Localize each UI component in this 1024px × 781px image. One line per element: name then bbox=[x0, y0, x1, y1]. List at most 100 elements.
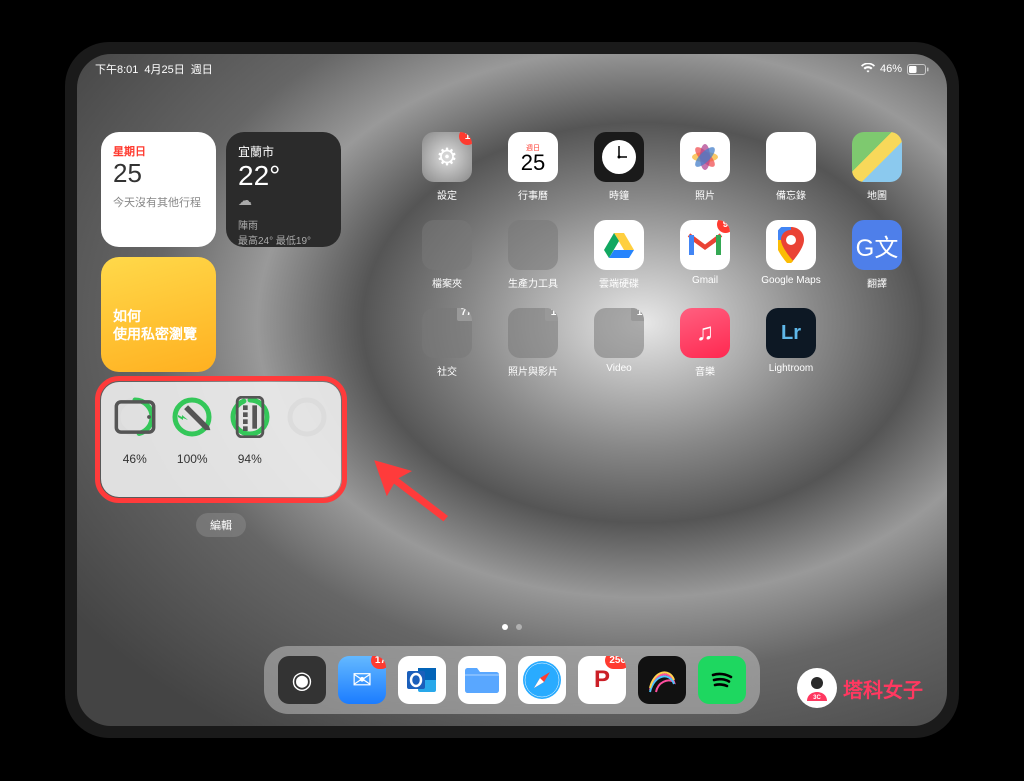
badge: 256 bbox=[605, 656, 626, 669]
app-label: 音樂 bbox=[695, 363, 715, 378]
app-icon bbox=[508, 220, 558, 270]
battery-ring-ipad: 46% bbox=[113, 396, 157, 466]
dock-app-相機[interactable]: ◉ bbox=[278, 656, 326, 704]
app-label: 行事曆 bbox=[518, 187, 548, 202]
dock-app-Outlook[interactable] bbox=[398, 656, 446, 704]
wifi-icon bbox=[861, 63, 875, 76]
ipad-frame: 下午8:01 4月25日 週日 46% 星期日 25 今天沒有其他行程 宜蘭市 … bbox=[65, 42, 959, 738]
app-label: Video bbox=[606, 363, 631, 374]
page-indicator[interactable] bbox=[502, 624, 522, 630]
app-時鐘[interactable]: 時鐘 bbox=[579, 132, 659, 202]
app-label: 照片與影片 bbox=[508, 363, 558, 378]
app-icon: 週日25 bbox=[508, 132, 558, 182]
app-icon bbox=[766, 220, 816, 270]
badge: 1 bbox=[459, 132, 472, 145]
app-行事曆[interactable]: 週日25 行事曆 bbox=[493, 132, 573, 202]
annotation-arrow bbox=[367, 444, 457, 534]
app-icon bbox=[680, 132, 730, 182]
app-label: 生產力工具 bbox=[508, 275, 558, 290]
dock-app-檔案[interactable] bbox=[458, 656, 506, 704]
app-icon bbox=[638, 656, 686, 704]
app-icon: ✉17 bbox=[338, 656, 386, 704]
battery-pct-label: 100% bbox=[177, 452, 208, 466]
app-照片與影片[interactable]: 1 照片與影片 bbox=[493, 308, 573, 378]
app-label: 社交 bbox=[437, 363, 457, 378]
app-雲端硬碟[interactable]: 雲端硬碟 bbox=[579, 220, 659, 290]
weather-city: 宜蘭市 bbox=[238, 143, 329, 160]
app-Google Maps[interactable]: Google Maps bbox=[751, 220, 831, 290]
badge: 1 bbox=[631, 308, 644, 321]
app-label: Gmail bbox=[692, 275, 718, 286]
keyboard-icon bbox=[229, 396, 271, 438]
home-screen[interactable]: 下午8:01 4月25日 週日 46% 星期日 25 今天沒有其他行程 宜蘭市 … bbox=[77, 54, 947, 726]
app-備忘錄[interactable]: 備忘錄 bbox=[751, 132, 831, 202]
dock: ◉ ✉17 P256 bbox=[264, 646, 760, 714]
status-bar: 下午8:01 4月25日 週日 46% bbox=[77, 58, 947, 80]
app-label: 翻譯 bbox=[867, 275, 887, 290]
watermark-avatar: 3C bbox=[797, 668, 837, 708]
watermark: 3C 塔科女子 bbox=[797, 668, 923, 708]
app-icon bbox=[852, 132, 902, 182]
app-設定[interactable]: ⚙1 設定 bbox=[407, 132, 487, 202]
app-label: Lightroom bbox=[769, 363, 813, 374]
app-社交[interactable]: 77 社交 bbox=[407, 308, 487, 378]
status-time: 下午8:01 bbox=[95, 61, 138, 77]
calendar-day: 25 bbox=[113, 159, 204, 188]
app-label: 檔案夾 bbox=[432, 275, 462, 290]
app-翻譯[interactable]: G文 翻譯 bbox=[837, 220, 917, 290]
dock-app-郵件[interactable]: ✉17 bbox=[338, 656, 386, 704]
dock-app-Spotify[interactable] bbox=[698, 656, 746, 704]
weather-cloud-icon: ☁ bbox=[238, 192, 329, 209]
note-title: 如何 使用私密瀏覽 bbox=[113, 307, 204, 343]
badge: 77 bbox=[457, 308, 472, 321]
calendar-weekday: 星期日 bbox=[113, 143, 204, 159]
app-Gmail[interactable]: 9 Gmail bbox=[665, 220, 745, 290]
badge: 1 bbox=[545, 308, 558, 321]
app-icon: G文 bbox=[852, 220, 902, 270]
watermark-text: 塔科女子 bbox=[843, 674, 923, 703]
battery-ring-pencil: 100% bbox=[171, 396, 215, 466]
app-label: 照片 bbox=[695, 187, 715, 202]
battery-ring-keyboard: 94% bbox=[228, 396, 272, 466]
app-檔案夾[interactable]: 檔案夾 bbox=[407, 220, 487, 290]
ipad-icon bbox=[114, 396, 156, 438]
status-battery-pct: 46% bbox=[880, 63, 902, 75]
svg-text:3C: 3C bbox=[813, 695, 821, 701]
weather-range: 最高24° 最低19° bbox=[238, 232, 329, 247]
app-icon: Lr bbox=[766, 308, 816, 358]
today-widgets: 星期日 25 今天沒有其他行程 宜蘭市 22° ☁ 陣雨 最高24° 最低19°… bbox=[101, 132, 341, 537]
battery-pct-label: 46% bbox=[123, 452, 147, 466]
pencil-icon bbox=[171, 396, 213, 438]
app-icon: ♫ bbox=[680, 308, 730, 358]
app-icon: 1 bbox=[594, 308, 644, 358]
app-地圖[interactable]: 地圖 bbox=[837, 132, 917, 202]
empty-icon bbox=[286, 396, 328, 438]
weather-widget[interactable]: 宜蘭市 22° ☁ 陣雨 最高24° 最低19° bbox=[226, 132, 341, 247]
weather-condition: 陣雨 bbox=[238, 217, 329, 232]
battery-widget[interactable]: 46% 100% 94% bbox=[101, 382, 341, 497]
badge: 17 bbox=[371, 656, 386, 669]
app-icon bbox=[594, 132, 644, 182]
notes-widget[interactable]: 如何 使用私密瀏覽 bbox=[101, 257, 216, 372]
app-照片[interactable]: 照片 bbox=[665, 132, 745, 202]
edit-button[interactable]: 編輯 bbox=[196, 513, 246, 537]
dock-app-Pinterest[interactable]: P256 bbox=[578, 656, 626, 704]
app-label: 備忘錄 bbox=[776, 187, 806, 202]
app-Video[interactable]: 1 Video bbox=[579, 308, 659, 378]
app-icon: ◉ bbox=[278, 656, 326, 704]
app-音樂[interactable]: ♫ 音樂 bbox=[665, 308, 745, 378]
app-label: Google Maps bbox=[761, 275, 820, 286]
battery-pct-label: 94% bbox=[238, 452, 262, 466]
calendar-widget[interactable]: 星期日 25 今天沒有其他行程 bbox=[101, 132, 216, 247]
app-icon: 1 bbox=[508, 308, 558, 358]
status-date: 4月25日 bbox=[144, 61, 184, 77]
calendar-note: 今天沒有其他行程 bbox=[113, 194, 204, 210]
app-label: 時鐘 bbox=[609, 187, 629, 202]
app-label: 地圖 bbox=[867, 187, 887, 202]
dock-app-Safari[interactable] bbox=[518, 656, 566, 704]
app-icon bbox=[422, 220, 472, 270]
app-生產力工具[interactable]: 生產力工具 bbox=[493, 220, 573, 290]
app-icon bbox=[458, 656, 506, 704]
app-Lightroom[interactable]: Lr Lightroom bbox=[751, 308, 831, 378]
dock-app-Procreate[interactable] bbox=[638, 656, 686, 704]
